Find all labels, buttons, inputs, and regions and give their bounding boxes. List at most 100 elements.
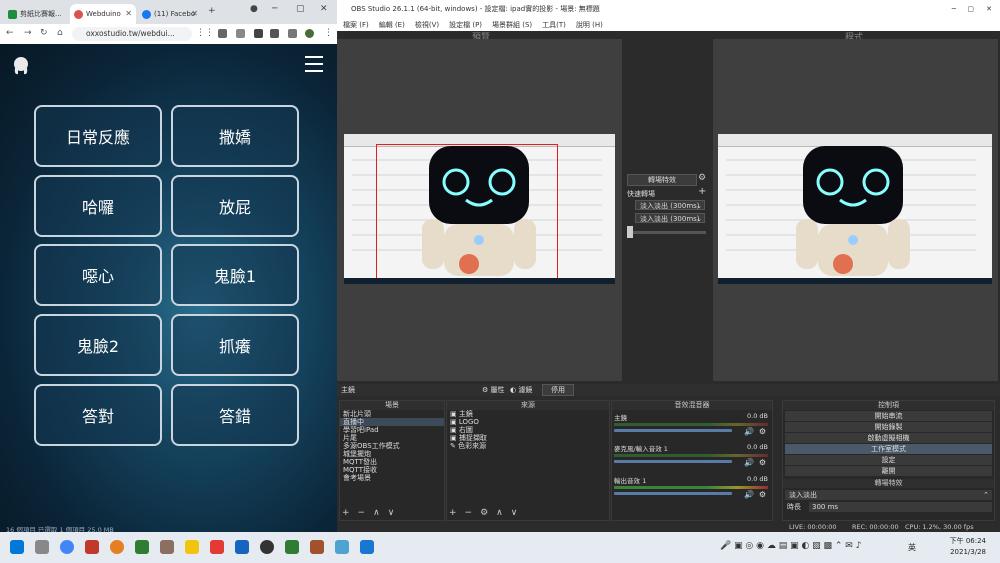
extension-icon[interactable] [270, 29, 279, 38]
scene-item[interactable]: 學習吧iPad [340, 426, 444, 434]
action-button-face2[interactable]: 鬼臉2 [34, 314, 162, 376]
studio-mode-button[interactable]: 工作室模式 [785, 444, 992, 454]
source-item[interactable]: ▣ 右圖 [447, 426, 609, 434]
menu-view[interactable]: 檢視(V) [415, 19, 439, 31]
scene-item[interactable]: MQTT發出 [340, 458, 444, 466]
exit-button[interactable]: 離開 [785, 466, 992, 476]
transition-slider-handle[interactable] [627, 226, 633, 238]
gear-icon[interactable]: ⚙ [759, 490, 766, 499]
scene-item[interactable]: 城堡擺炮 [340, 450, 444, 458]
start-streaming-button[interactable]: 開始串流 [785, 411, 992, 421]
add-quick-transition-icon[interactable]: + [698, 186, 706, 197]
remove-scene-icon[interactable]: − [358, 508, 366, 518]
scene-item[interactable]: 片尾 [340, 434, 444, 442]
transition-select[interactable]: 淡入淡出 ⌃ [785, 490, 992, 500]
transition-slider[interactable] [627, 231, 706, 234]
app-icon[interactable] [285, 540, 299, 554]
scene-item-selected[interactable]: 直播中 [340, 418, 444, 426]
obs-icon[interactable] [260, 540, 274, 554]
settings-button[interactable]: 設定 [785, 455, 992, 465]
minimize-button[interactable]: ─ [952, 0, 956, 19]
tab-search-icon[interactable]: ● [250, 4, 258, 14]
app-icon[interactable] [360, 540, 374, 554]
app-icon[interactable] [335, 540, 349, 554]
close-tab-icon[interactable]: ✕ [191, 9, 198, 18]
app-icon[interactable] [85, 540, 99, 554]
app-icon[interactable] [210, 540, 224, 554]
action-button-wrong[interactable]: 答錯 [171, 384, 299, 446]
app-icon[interactable] [235, 540, 249, 554]
action-button-cute[interactable]: 撒嬌 [171, 105, 299, 167]
app-icon[interactable] [160, 540, 174, 554]
maximize-button[interactable]: ▢ [296, 4, 305, 14]
close-window-button[interactable]: ✕ [986, 0, 992, 19]
menu-scene-collection[interactable]: 場景群組 (S) [492, 19, 532, 31]
forward-icon[interactable]: → [24, 28, 32, 38]
folder-icon[interactable] [185, 540, 199, 554]
chevron-down-icon[interactable]: ⌄ [696, 201, 702, 211]
menu-file[interactable]: 檔案 (F) [343, 19, 369, 31]
share-icon[interactable] [236, 29, 245, 38]
close-window-button[interactable]: ✕ [320, 4, 328, 14]
url-field[interactable]: oxxostudio.tw/webdui... [72, 27, 192, 41]
reload-icon[interactable]: ↻ [40, 28, 48, 38]
action-button-hello[interactable]: 哈囉 [34, 175, 162, 237]
ime-indicator[interactable]: 英 [908, 542, 916, 553]
menu-tools[interactable]: 工具(T) [542, 19, 566, 31]
virtual-camera-button[interactable]: 啟動虛擬相機 [785, 433, 992, 443]
gear-icon[interactable]: ⚙ [698, 173, 706, 183]
app-icon[interactable] [310, 540, 324, 554]
speaker-icon[interactable]: 🔊 [744, 458, 754, 467]
action-button-face1[interactable]: 鬼臉1 [171, 244, 299, 306]
properties-button[interactable]: ⚙ 屬性 [482, 385, 505, 395]
preview-pane[interactable] [337, 39, 622, 381]
add-source-icon[interactable]: + [449, 508, 457, 518]
volume-slider[interactable] [614, 429, 732, 432]
deactivate-button[interactable]: 停用 [542, 384, 574, 396]
tab-sheets[interactable]: 剪紙比賽報... [4, 4, 68, 24]
action-button-gross[interactable]: 噁心 [34, 244, 162, 306]
menu-edit[interactable]: 編輯 (E) [379, 19, 405, 31]
source-item[interactable]: ▣ 主鏡 [447, 410, 609, 418]
extension-icon[interactable] [254, 29, 263, 38]
scene-item[interactable]: MQTT接收 [340, 466, 444, 474]
menu-help[interactable]: 說明 (H) [576, 19, 603, 31]
move-down-icon[interactable]: ∨ [388, 508, 395, 518]
source-selection-box[interactable] [376, 144, 558, 279]
chrome-icon[interactable] [60, 540, 74, 554]
scene-item[interactable]: 新北片頭 [340, 410, 444, 418]
move-up-icon[interactable]: ∧ [496, 508, 503, 518]
tab-facebook[interactable]: (11) Facebo ✕ [138, 4, 202, 24]
gear-icon[interactable]: ⚙ [759, 458, 766, 467]
avatar[interactable] [305, 29, 314, 38]
action-button-scratch[interactable]: 抓癢 [171, 314, 299, 376]
source-item[interactable]: ✎ 色彩來源 [447, 442, 609, 450]
puzzle-icon[interactable] [288, 29, 297, 38]
scene-item[interactable]: 會考場景 [340, 474, 444, 482]
volume-slider[interactable] [614, 460, 732, 463]
move-down-icon[interactable]: ∨ [511, 508, 518, 518]
speaker-icon[interactable]: 🔊 [744, 427, 754, 436]
webduino-logo[interactable] [12, 56, 30, 76]
source-item[interactable]: ▣ 捕捉擷取 [447, 434, 609, 442]
action-button-fart[interactable]: 放屁 [171, 175, 299, 237]
maximize-button[interactable]: ▢ [967, 0, 974, 19]
zoom-icon[interactable] [218, 29, 227, 38]
firefox-icon[interactable] [110, 540, 124, 554]
new-tab-button[interactable]: + [208, 6, 216, 16]
action-button-daily[interactable]: 日常反應 [34, 105, 162, 167]
move-up-icon[interactable]: ∧ [373, 508, 380, 518]
start-recording-button[interactable]: 開始錄製 [785, 422, 992, 432]
action-button-correct[interactable]: 答對 [34, 384, 162, 446]
tray-icons[interactable]: 🎤 ▣ ◎ ◉ ☁ ▤ ▣ ◐ ▧ ▩ ⌃ ✉ ♪ [720, 541, 861, 551]
gear-icon[interactable]: ⚙ [480, 508, 488, 518]
hamburger-icon[interactable] [305, 56, 323, 72]
volume-slider[interactable] [614, 492, 732, 495]
menu-icon[interactable]: ⋮ [324, 28, 333, 38]
preview-canvas[interactable] [344, 134, 615, 284]
windows-start-icon[interactable] [10, 540, 24, 554]
gear-icon[interactable]: ⚙ [759, 427, 766, 436]
task-view-icon[interactable] [35, 540, 49, 554]
tab-webduino[interactable]: Webduino ✕ [70, 4, 136, 24]
minimize-button[interactable]: ─ [272, 4, 277, 14]
